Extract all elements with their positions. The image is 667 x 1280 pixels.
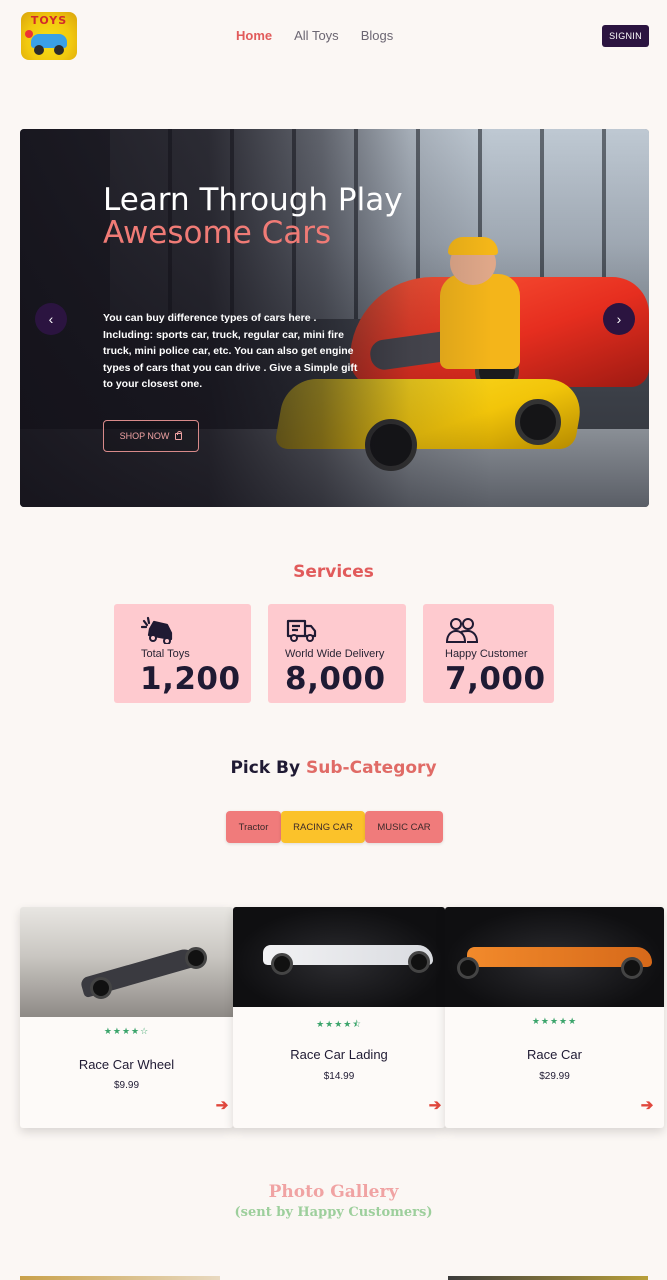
shop-now-label: SHOP NOW	[119, 431, 170, 441]
rating-stars: ★★★★⯪	[316, 1020, 362, 1030]
tab-music-car[interactable]: MUSIC CAR	[365, 811, 443, 843]
car-crash-icon	[141, 616, 173, 644]
tab-tractor[interactable]: Tractor	[226, 811, 281, 843]
subcategory-title-plain: Pick By	[230, 758, 301, 778]
logo-text: TOYS	[30, 14, 68, 27]
product-name: Race Car Wheel	[78, 1057, 175, 1072]
carousel-prev-button[interactable]: ‹	[35, 303, 67, 335]
product-price: $9.99	[113, 1080, 140, 1091]
f1-wheel	[457, 957, 479, 979]
rating-stars: ★★★★☆	[103, 1027, 150, 1037]
hero-description: You can buy difference types of cars her…	[103, 312, 358, 390]
gallery-title: Photo Gallery	[268, 1182, 399, 1202]
arrow-right-icon[interactable]: ➔	[213, 1097, 231, 1115]
product-name: Race Car Lading	[290, 1047, 388, 1062]
stat-label: Happy Customer	[445, 648, 528, 660]
logo-wheel	[54, 45, 64, 55]
users-icon	[445, 618, 479, 643]
nav-link-blogs[interactable]: Blogs	[361, 28, 394, 43]
stat-label: Total Toys	[141, 648, 190, 660]
product-image-race-car-lading	[233, 907, 445, 1007]
shopping-bag-icon	[175, 430, 183, 440]
arrow-right-icon[interactable]: ➔	[638, 1097, 656, 1115]
toys-logo[interactable]: TOYS	[21, 12, 77, 60]
subcategory-title: Pick By Sub-Category	[0, 758, 667, 778]
subcategory-title-accent: Sub-Category	[306, 758, 437, 778]
shop-now-button[interactable]: SHOP NOW	[103, 420, 199, 452]
product-name: Race Car	[527, 1047, 582, 1062]
rating-stars: ★★★★★	[531, 1017, 578, 1027]
services-title: Services	[293, 562, 374, 582]
stat-value: 7,000	[445, 661, 546, 697]
f1-wheel	[271, 953, 293, 975]
product-card[interactable]: ★★★★⯪ Race Car Lading $14.99 ➔	[233, 907, 445, 1128]
stat-card-happy-customer: Happy Customer 7,000	[423, 604, 554, 703]
main-menu: Home All Toys Blogs	[236, 28, 393, 43]
f1-wheel	[90, 977, 112, 999]
nav-link-all-toys[interactable]: All Toys	[294, 28, 339, 43]
hero-title: Learn Through Play Awesome Cars	[103, 184, 423, 250]
f1-wheel	[408, 951, 430, 973]
f1-wheel	[185, 947, 207, 969]
f1-wheel	[621, 957, 643, 979]
product-image-race-car	[445, 907, 664, 1007]
tab-racing-car[interactable]: RACING CAR	[281, 811, 365, 843]
navbar: TOYS Home All Toys Blogs SIGNIN	[0, 0, 667, 76]
product-price: $14.99	[323, 1071, 355, 1082]
signin-button[interactable]: SIGNIN	[602, 25, 649, 47]
stat-label: World Wide Delivery	[285, 648, 385, 660]
logo-wheel	[34, 45, 44, 55]
arrow-right-icon[interactable]: ➔	[426, 1097, 444, 1115]
gallery-photo[interactable]	[448, 1276, 648, 1280]
product-card[interactable]: ★★★★☆ Race Car Wheel $9.99 ➔	[20, 907, 233, 1128]
carousel-next-button[interactable]: ›	[603, 303, 635, 335]
stat-card-total-toys: Total Toys 1,200	[114, 604, 251, 703]
gallery-subtitle: (sent by Happy Customers)	[234, 1205, 433, 1220]
product-image-race-car-wheel	[20, 907, 233, 1017]
nav-link-home[interactable]: Home	[236, 28, 272, 43]
stat-value: 8,000	[285, 661, 386, 697]
hero-banner: Learn Through Play Awesome Cars You can …	[20, 129, 649, 507]
hero-title-accent: Awesome Cars	[103, 215, 332, 251]
hero-title-plain: Learn Through Play	[103, 182, 403, 218]
product-card[interactable]: ★★★★★ Race Car $29.99 ➔	[445, 907, 664, 1128]
stat-value: 1,200	[140, 661, 241, 697]
truck-icon	[286, 619, 317, 642]
stat-card-world-wide-delivery: World Wide Delivery 8,000	[268, 604, 406, 703]
gallery-photo[interactable]	[20, 1276, 220, 1280]
product-price: $29.99	[539, 1071, 570, 1082]
